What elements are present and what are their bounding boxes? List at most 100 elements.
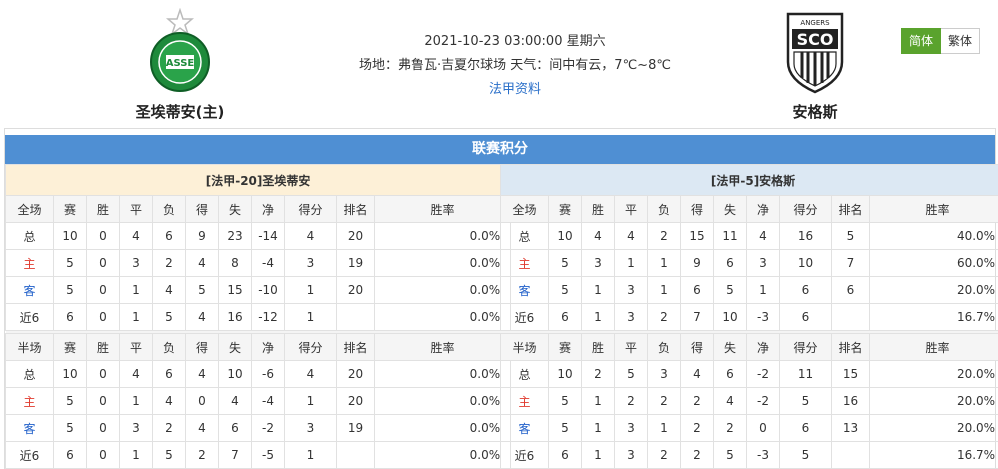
half-label: 半场 bbox=[5, 333, 54, 361]
table-cell: 2 bbox=[647, 387, 681, 415]
column-header: 排名 bbox=[831, 195, 870, 223]
full-label: 全场 bbox=[500, 195, 549, 223]
table-row: 总 10 0 4 6 4 10 -6 4 20 0.0% bbox=[5, 360, 512, 388]
table-cell: 1 bbox=[581, 303, 615, 331]
home-logo-text: ASSE bbox=[166, 58, 195, 69]
away-standings: [法甲-5]安格斯 全场赛胜平负得失净得分 排名 胜率总 10 4 4 2 15 11 4 16 5 40… bbox=[499, 164, 998, 469]
table-cell: 1 bbox=[647, 414, 681, 442]
table-row: 客 5 1 3 1 6 5 1 6 6 20.0% bbox=[500, 276, 998, 304]
table-cell: 6 bbox=[779, 303, 832, 331]
table-cell bbox=[831, 303, 870, 331]
match-header: ASSE 圣埃蒂安(主) 2021-10-23 03:00:00 星期六 场地：… bbox=[0, 0, 998, 128]
win-rate-cell: 0.0% bbox=[373, 414, 512, 442]
table-cell: 4 bbox=[581, 222, 615, 250]
table-cell: -5 bbox=[251, 441, 285, 469]
home-team-block[interactable]: ASSE 圣埃蒂安(主) bbox=[120, 7, 240, 122]
table-cell: 6 bbox=[831, 276, 870, 304]
table-cell: 0 bbox=[746, 414, 780, 442]
win-rate-cell: 20.0% bbox=[868, 387, 998, 415]
table-cell: 16 bbox=[218, 303, 252, 331]
row-label: 客 bbox=[500, 414, 549, 442]
column-header: 平 bbox=[614, 195, 648, 223]
table-cell: 6 bbox=[152, 360, 186, 388]
table-cell: 6 bbox=[152, 222, 186, 250]
table-cell: 9 bbox=[185, 222, 219, 250]
table-cell: 16 bbox=[779, 222, 832, 250]
table-cell: 0 bbox=[86, 222, 120, 250]
column-header: 负 bbox=[647, 195, 681, 223]
table-cell: 6 bbox=[779, 414, 832, 442]
match-venue-weather: 场地：弗鲁瓦·吉夏尔球场 天气：间中有云，7℃~8℃ bbox=[359, 58, 671, 73]
row-label: 客 bbox=[5, 414, 54, 442]
table-cell: 2 bbox=[680, 414, 714, 442]
column-header: 胜 bbox=[86, 195, 120, 223]
table-cell: 5 bbox=[53, 414, 87, 442]
table-cell: 5 bbox=[185, 276, 219, 304]
table-cell: 7 bbox=[680, 303, 714, 331]
away-team-logo-icon: ANGERS SCO bbox=[786, 12, 844, 94]
table-cell: 5 bbox=[779, 387, 832, 415]
row-label: 主 bbox=[5, 249, 54, 277]
table-cell: 19 bbox=[336, 249, 375, 277]
win-rate-cell: 20.0% bbox=[868, 360, 998, 388]
table-cell: 1 bbox=[647, 276, 681, 304]
away-team-name: 安格斯 bbox=[792, 103, 838, 121]
table-cell: 4 bbox=[185, 414, 219, 442]
row-label: 总 bbox=[5, 360, 54, 388]
win-rate-cell: 16.7% bbox=[868, 441, 998, 469]
column-header: 净 bbox=[251, 333, 285, 361]
table-cell: 0 bbox=[86, 387, 120, 415]
row-label: 主 bbox=[5, 387, 54, 415]
table-cell: 10 bbox=[548, 222, 582, 250]
table-cell: 6 bbox=[680, 276, 714, 304]
win-rate-cell: 0.0% bbox=[373, 360, 512, 388]
half-header-row: 半场赛胜平负得失净得分 排名 胜率 bbox=[500, 333, 998, 361]
column-header: 胜率 bbox=[868, 333, 998, 361]
table-cell: 1 bbox=[284, 441, 337, 469]
table-row: 主 5 1 2 2 2 4 -2 5 16 20.0% bbox=[500, 387, 998, 415]
column-header: 失 bbox=[218, 195, 252, 223]
win-rate-cell: 0.0% bbox=[373, 303, 512, 331]
lang-traditional-button[interactable]: 繁体 bbox=[940, 28, 980, 54]
table-cell: 10 bbox=[713, 303, 747, 331]
table-cell: 2 bbox=[152, 414, 186, 442]
table-row: 近6 6 0 1 5 4 16 -12 1 0.0% bbox=[5, 303, 512, 331]
win-rate-cell: 0.0% bbox=[373, 387, 512, 415]
column-header: 赛 bbox=[548, 333, 582, 361]
column-header: 胜率 bbox=[373, 333, 512, 361]
table-cell: 3 bbox=[614, 414, 648, 442]
table-row: 近6 6 1 3 2 7 10 -3 6 16.7% bbox=[500, 303, 998, 331]
table-cell: 4 bbox=[713, 387, 747, 415]
table-cell: 7 bbox=[831, 249, 870, 277]
table-cell: -2 bbox=[746, 387, 780, 415]
table-cell: -14 bbox=[251, 222, 285, 250]
table-cell: 23 bbox=[218, 222, 252, 250]
table-cell: 6 bbox=[713, 249, 747, 277]
standings-title: 联赛积分 bbox=[5, 135, 995, 164]
away-team-block[interactable]: ANGERS SCO 安格斯 bbox=[755, 8, 875, 122]
table-cell: 20 bbox=[336, 222, 375, 250]
column-header: 得 bbox=[185, 333, 219, 361]
table-cell: 20 bbox=[336, 276, 375, 304]
row-label: 近6 bbox=[5, 303, 54, 331]
table-cell: -6 bbox=[251, 360, 285, 388]
table-cell: 5 bbox=[713, 441, 747, 469]
win-rate-cell: 16.7% bbox=[868, 303, 998, 331]
table-cell: 11 bbox=[779, 360, 832, 388]
league-info-link[interactable]: 法甲资料 bbox=[300, 78, 730, 102]
table-cell: 5 bbox=[548, 414, 582, 442]
column-header: 负 bbox=[152, 195, 186, 223]
full-label: 全场 bbox=[5, 195, 54, 223]
full-header-row: 全场赛胜平负得失净得分 排名 胜率 bbox=[500, 195, 998, 223]
win-rate-cell: 0.0% bbox=[373, 222, 512, 250]
row-label: 总 bbox=[500, 222, 549, 250]
column-header: 得分 bbox=[779, 333, 832, 361]
row-label: 客 bbox=[5, 276, 54, 304]
table-cell bbox=[336, 303, 375, 331]
column-header: 排名 bbox=[336, 195, 375, 223]
table-cell: 4 bbox=[614, 222, 648, 250]
column-header: 净 bbox=[251, 195, 285, 223]
lang-simplified-button[interactable]: 简体 bbox=[900, 28, 941, 54]
column-header: 得 bbox=[680, 195, 714, 223]
home-team-label: [法甲-20]圣埃蒂安 bbox=[4, 164, 512, 196]
